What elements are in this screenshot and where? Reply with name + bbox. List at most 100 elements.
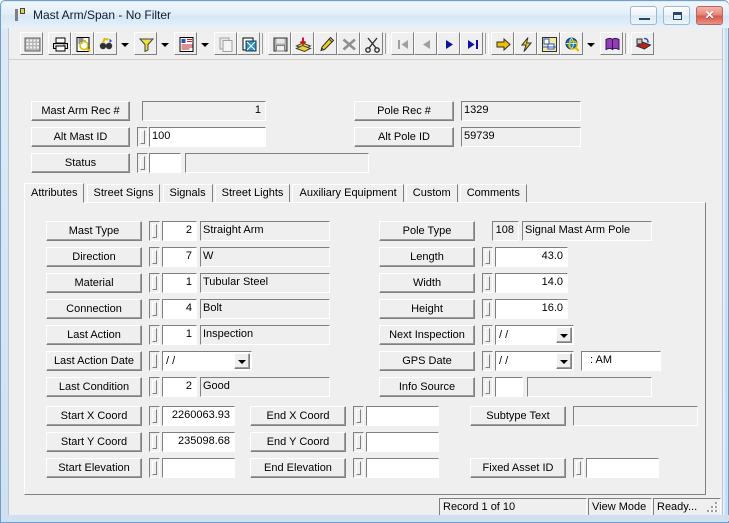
find-dropdown-arrow[interactable] [117,32,130,55]
info-source-label[interactable]: Info Source [379,377,475,397]
tab-street-lights[interactable]: Street Lights [214,184,291,203]
height-spinner[interactable] [482,299,493,319]
start-y-coord-input[interactable]: 235098.68 [162,432,235,452]
gps-time-input[interactable]: : AM [581,351,661,371]
paste-record-icon[interactable] [237,32,260,55]
resize-grip-icon[interactable] [706,501,719,514]
previous-record-icon[interactable] [414,32,437,55]
close-button[interactable]: ✕ [696,6,723,25]
material-spinner[interactable] [149,273,160,293]
globe-search-icon[interactable] [560,32,583,55]
mast-type-spinner[interactable] [149,221,160,241]
mast-type-label[interactable]: Mast Type [46,221,142,241]
pole-type-label[interactable]: Pole Type [379,221,475,241]
last-condition-code[interactable]: 2 [162,377,197,397]
end-elevation-input[interactable] [366,458,439,478]
report-dropdown-arrow[interactable] [197,32,210,55]
alt-mast-id-spinner[interactable] [137,127,148,147]
next-inspection-label[interactable]: Next Inspection [379,325,475,345]
gps-date-chevron-down-icon[interactable] [556,353,572,369]
connection-label[interactable]: Connection [46,299,142,319]
info-source-code[interactable] [495,377,523,397]
connection-code[interactable]: 4 [162,299,197,319]
start-x-coord-input[interactable]: 2260063.93 [162,406,235,426]
export-icon[interactable] [631,32,654,55]
last-action-code[interactable]: 1 [162,325,197,345]
last-action-date-spinner[interactable] [149,351,160,371]
next-record-icon[interactable] [437,32,460,55]
tab-custom[interactable]: Custom [405,184,458,203]
width-label[interactable]: Width [379,273,475,293]
end-y-coord-label[interactable]: End Y Coord [250,432,346,452]
book-icon[interactable] [600,32,623,55]
filter-dropdown-arrow[interactable] [157,32,170,55]
length-input[interactable]: 43.0 [495,247,568,267]
end-y-coord-spinner[interactable] [353,432,364,452]
last-condition-spinner[interactable] [149,377,160,397]
last-action-date-chevron-down-icon[interactable] [234,353,250,369]
width-input[interactable]: 14.0 [495,273,568,293]
material-code[interactable]: 1 [162,273,197,293]
filter-funnel-icon[interactable] [134,32,157,55]
maximize-button[interactable] [662,6,690,25]
goto-arrow-icon[interactable] [491,32,514,55]
tab-street-signs[interactable]: Street Signs [86,184,161,203]
start-y-coord-label[interactable]: Start Y Coord [46,432,142,452]
alt-pole-id-label[interactable]: Alt Pole ID [354,127,454,147]
alt-mast-id-label[interactable]: Alt Mast ID [31,127,130,147]
fixed-asset-id-label[interactable]: Fixed Asset ID [470,458,566,478]
mast-arm-rec-label[interactable]: Mast Arm Rec # [31,101,130,121]
copy-record-icon[interactable] [214,32,237,55]
fixed-asset-id-spinner[interactable] [573,458,584,478]
material-label[interactable]: Material [46,273,142,293]
report-icon[interactable] [174,32,197,55]
fixed-asset-id-input[interactable] [586,458,659,478]
last-action-date-label[interactable]: Last Action Date [46,351,142,371]
gps-date-label[interactable]: GPS Date [379,351,475,371]
length-spinner[interactable] [482,247,493,267]
grid-view-icon[interactable] [20,32,43,55]
edit-pencil-icon[interactable] [314,32,337,55]
tab-comments[interactable]: Comments [459,184,527,203]
tab-auxiliary-equipment[interactable]: Auxiliary Equipment [292,184,404,203]
print-preview-icon[interactable] [71,32,94,55]
tab-signals[interactable]: Signals [162,184,213,203]
length-label[interactable]: Length [379,247,475,267]
start-elevation-spinner[interactable] [149,458,160,478]
status-spinner[interactable] [137,153,148,173]
last-action-spinner[interactable] [149,325,160,345]
direction-label[interactable]: Direction [46,247,142,267]
gps-date-combo[interactable]: / / [495,351,574,371]
end-x-coord-input[interactable] [366,406,439,426]
alt-mast-id-input[interactable]: 100 [149,127,266,147]
last-record-icon[interactable] [460,32,483,55]
subtype-text-label[interactable]: Subtype Text [470,406,566,426]
first-record-icon[interactable] [391,32,414,55]
cancel-x-icon[interactable] [337,32,360,55]
mast-type-code[interactable]: 2 [162,221,197,241]
find-icon[interactable] [94,32,117,55]
map-layers-icon[interactable] [537,32,560,55]
gps-date-spinner[interactable] [482,351,493,371]
start-elevation-input[interactable] [162,458,235,478]
connection-spinner[interactable] [149,299,160,319]
direction-code[interactable]: 7 [162,247,197,267]
start-y-coord-spinner[interactable] [149,432,160,452]
last-condition-label[interactable]: Last Condition [46,377,142,397]
print-icon[interactable] [48,32,71,55]
globe-dropdown-arrow[interactable] [583,32,596,55]
height-input[interactable]: 16.0 [495,299,568,319]
direction-spinner[interactable] [149,247,160,267]
add-record-icon[interactable] [291,32,314,55]
next-inspection-combo[interactable]: / / [495,325,574,345]
last-action-label[interactable]: Last Action [46,325,142,345]
status-label[interactable]: Status [31,153,130,173]
end-elevation-label[interactable]: End Elevation [250,458,346,478]
save-disk-icon[interactable] [268,32,291,55]
info-source-spinner[interactable] [482,377,493,397]
last-action-date-combo[interactable]: / / [162,351,252,371]
height-label[interactable]: Height [379,299,475,319]
width-spinner[interactable] [482,273,493,293]
start-x-coord-spinner[interactable] [149,406,160,426]
next-inspection-spinner[interactable] [482,325,493,345]
